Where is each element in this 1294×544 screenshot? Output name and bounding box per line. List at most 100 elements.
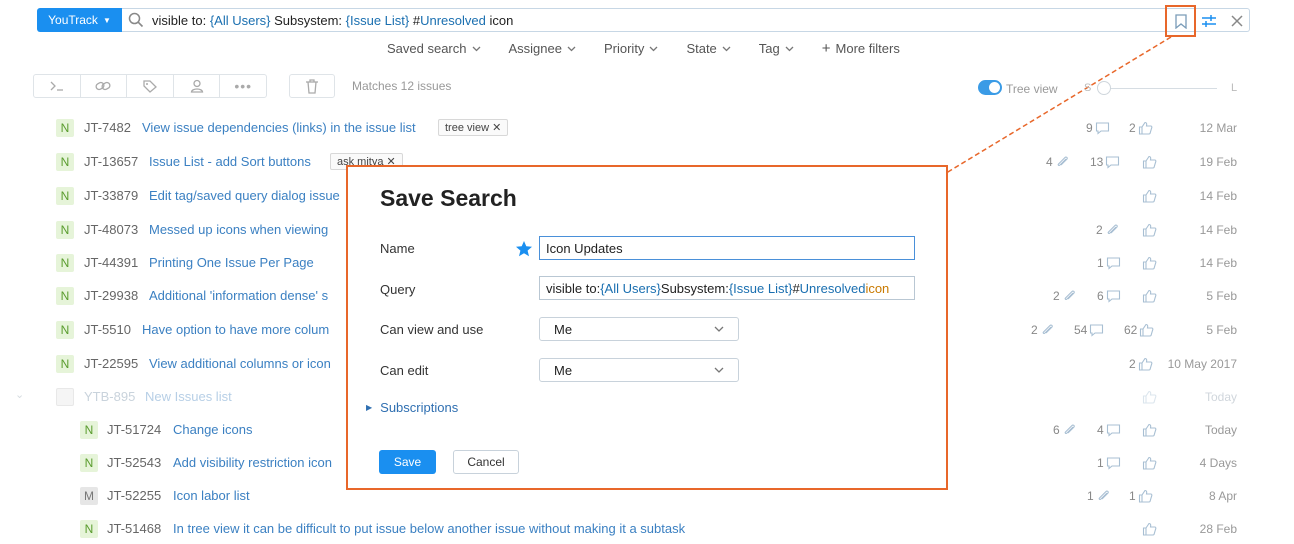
issue-id[interactable]: JT-44391 — [84, 255, 138, 270]
assign-button[interactable] — [174, 75, 221, 97]
delete-button[interactable] — [289, 74, 335, 98]
attachments-count: 2 — [1096, 223, 1120, 237]
user-icon — [190, 79, 203, 93]
trash-icon — [306, 78, 318, 94]
issue-id[interactable]: JT-52255 — [107, 488, 161, 503]
issue-summary[interactable]: Issue List - add Sort buttons — [149, 154, 311, 169]
save-button[interactable]: Save — [379, 450, 436, 474]
issue-summary[interactable]: New Issues list — [145, 389, 232, 404]
dialog-title: Save Search — [380, 185, 517, 211]
filter-saved-search[interactable]: Saved search — [387, 40, 481, 57]
remove-tag-icon[interactable]: ✕ — [492, 122, 501, 134]
issue-summary[interactable]: Messed up icons when viewing — [149, 222, 328, 237]
issue-row[interactable]: N JT-7482 View issue dependencies (links… — [0, 117, 1294, 139]
matches-count: Matches 12 issues — [352, 79, 452, 93]
more-filters-button[interactable]: + More filters — [822, 40, 900, 57]
attachments-count: 2 — [1031, 323, 1055, 337]
expand-chevron-icon[interactable]: ⌄ — [15, 388, 24, 401]
issue-date: 12 Mar — [1199, 121, 1237, 135]
command-button[interactable] — [34, 75, 81, 97]
paperclip-icon — [1064, 424, 1075, 434]
issue-id[interactable]: JT-22595 — [84, 356, 138, 371]
size-slider-handle[interactable] — [1097, 81, 1111, 95]
issue-summary[interactable]: Printing One Issue Per Page — [149, 255, 314, 270]
paperclip-icon — [1064, 290, 1075, 300]
size-slider-track[interactable] — [1100, 88, 1217, 89]
caret-right-icon: ▶ — [366, 403, 373, 412]
comment-icon — [1106, 257, 1120, 270]
chevron-down-icon — [649, 46, 658, 51]
state-badge: N — [56, 153, 74, 171]
issue-summary[interactable]: View issue dependencies (links) in the i… — [142, 120, 416, 135]
link-icon — [95, 81, 111, 91]
issue-summary[interactable]: View additional columns or icon — [149, 356, 331, 371]
state-badge: N — [80, 454, 98, 472]
issue-id[interactable]: JT-51468 — [107, 521, 161, 536]
comment-icon — [1106, 290, 1120, 303]
state-badge: N — [56, 119, 74, 137]
comments-count: 1 — [1097, 456, 1121, 470]
issue-id[interactable]: YTB-895 — [84, 389, 135, 404]
issue-id[interactable]: JT-5510 — [84, 322, 131, 337]
filter-priority[interactable]: Priority — [604, 40, 658, 57]
chevron-down-icon — [785, 46, 794, 51]
issue-summary[interactable]: Have option to have more colum — [142, 322, 329, 337]
attachments-count: 4 — [1046, 155, 1070, 169]
comment-icon — [1090, 324, 1104, 337]
issue-id[interactable]: JT-7482 — [84, 120, 131, 135]
filter-assignee[interactable]: Assignee — [509, 40, 576, 57]
issue-id[interactable]: JT-48073 — [84, 222, 138, 237]
state-badge: N — [80, 520, 98, 538]
issue-date: 4 Days — [1199, 456, 1237, 470]
subscriptions-toggle[interactable]: ▶ Subscriptions — [366, 400, 458, 415]
comments-count: 4 — [1097, 423, 1121, 437]
tag-button[interactable] — [127, 75, 174, 97]
query-label: Query — [380, 282, 416, 297]
command-icon — [50, 81, 63, 91]
state-badge: N — [56, 187, 74, 205]
comments-count: 9 — [1086, 121, 1110, 135]
issue-row[interactable]: N JT-51468 In tree view it can be diffic… — [0, 518, 1294, 540]
issue-date: 5 Feb — [1206, 289, 1237, 303]
bulk-actions-toolbar: ••• — [33, 74, 267, 98]
name-input[interactable]: Icon Updates — [539, 236, 915, 260]
filter-state[interactable]: State — [686, 40, 731, 57]
tree-view-toggle[interactable] — [978, 80, 1002, 95]
state-badge — [56, 388, 74, 406]
can-view-select[interactable]: Me — [539, 317, 739, 341]
issue-summary[interactable]: Additional 'information dense' s — [149, 288, 328, 303]
filter-tag[interactable]: Tag — [759, 40, 794, 57]
cancel-button[interactable]: Cancel — [453, 450, 519, 474]
issue-id[interactable]: JT-33879 — [84, 188, 138, 203]
issue-id[interactable]: JT-51724 — [107, 422, 161, 437]
star-icon[interactable] — [515, 240, 533, 258]
comment-icon — [1095, 122, 1109, 135]
issue-date: Today — [1204, 423, 1237, 437]
issue-summary[interactable]: Icon labor list — [173, 488, 250, 503]
issue-summary[interactable]: Change icons — [173, 422, 253, 437]
can-edit-select[interactable]: Me — [539, 358, 739, 382]
chevron-down-icon — [714, 367, 724, 373]
link-button[interactable] — [81, 75, 128, 97]
query-input[interactable]: visible to: {All Users} Subsystem: {Issu… — [539, 276, 915, 300]
comment-icon — [1106, 156, 1120, 169]
paperclip-icon — [1098, 490, 1109, 500]
chevron-down-icon — [567, 46, 576, 51]
issue-date: 14 Feb — [1199, 223, 1237, 237]
more-actions-button[interactable]: ••• — [220, 75, 266, 97]
issue-date: 14 Feb — [1199, 256, 1237, 270]
state-badge: N — [56, 254, 74, 272]
issue-id[interactable]: JT-13657 — [84, 154, 138, 169]
attachments-count: 6 — [1053, 423, 1077, 437]
tree-view-label: Tree view — [1006, 82, 1058, 96]
issue-date: 28 Feb — [1199, 522, 1237, 536]
comment-icon — [1106, 424, 1120, 437]
issue-id[interactable]: JT-29938 — [84, 288, 138, 303]
issue-id[interactable]: JT-52543 — [107, 455, 161, 470]
issue-summary[interactable]: Edit tag/saved query dialog issue — [149, 188, 340, 203]
issue-summary[interactable]: In tree view it can be difficult to put … — [173, 521, 685, 536]
comments-count: 54 — [1074, 323, 1104, 337]
chevron-down-icon — [722, 46, 731, 51]
issue-tag[interactable]: tree view ✕ — [438, 119, 509, 136]
issue-summary[interactable]: Add visibility restriction icon — [173, 455, 332, 470]
